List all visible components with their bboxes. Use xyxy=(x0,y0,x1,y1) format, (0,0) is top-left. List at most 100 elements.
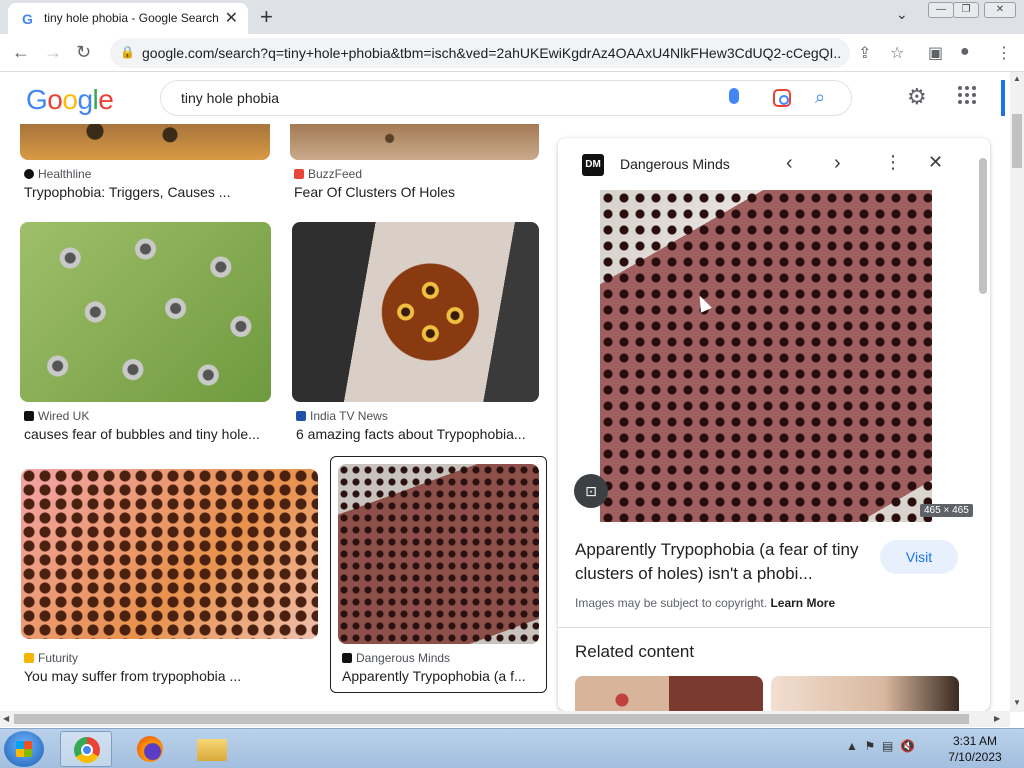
indiatv-favicon-icon xyxy=(296,411,306,421)
firefox-icon xyxy=(137,736,163,762)
learn-more-link[interactable]: Learn More xyxy=(770,596,835,610)
image-preview-panel: DM Dangerous Minds ‹ › ⋮ ✕ ⊡ 465 × 465 A… xyxy=(558,138,990,711)
forward-arrow-icon[interactable]: → xyxy=(44,42,62,63)
share-icon[interactable]: ⇪ xyxy=(858,43,871,63)
buzzfeed-favicon-icon xyxy=(294,169,304,179)
close-tab-icon[interactable]: ✕ xyxy=(225,8,238,28)
image-dimensions: 465 × 465 xyxy=(920,504,973,517)
restore-button[interactable]: ❐ xyxy=(953,2,979,18)
scroll-left-arrow-icon[interactable]: ◀ xyxy=(3,714,9,723)
tab-search-chevron-icon[interactable]: ⌄ xyxy=(896,6,908,23)
previous-chevron-icon[interactable]: ‹ xyxy=(786,152,793,175)
tab-strip: G tiny hole phobia - Google Search ✕ + ⌄… xyxy=(0,0,1024,34)
result-caption[interactable]: Fear Of Clusters Of Holes xyxy=(294,184,540,200)
result-image-indiatv[interactable] xyxy=(292,222,539,402)
google-logo[interactable]: Google xyxy=(26,84,114,116)
next-chevron-icon[interactable]: › xyxy=(834,152,841,175)
windows-taskbar: ▲ ⚑ ▤ 🔇 3:31 AM 7/10/2023 xyxy=(0,728,1024,768)
result-image-buzzfeed[interactable] xyxy=(290,124,539,160)
scroll-down-arrow-icon[interactable]: ▼ xyxy=(1013,698,1021,707)
more-options-icon[interactable]: ⋮ xyxy=(884,152,902,173)
divider xyxy=(558,627,990,628)
result-source[interactable]: Dangerous Minds xyxy=(342,651,450,665)
scroll-up-arrow-icon[interactable]: ▲ xyxy=(1013,74,1021,83)
source-label: Dangerous Minds xyxy=(356,651,451,665)
result-caption[interactable]: causes fear of bubbles and tiny hole... xyxy=(24,426,270,442)
search-box[interactable]: tiny hole phobia ⌕ xyxy=(160,80,852,116)
visual-search-icon[interactable]: ⊡ xyxy=(574,474,608,508)
copyright-text: Images may be subject to copyright. xyxy=(575,596,768,610)
source-label: BuzzFeed xyxy=(308,167,363,181)
search-input[interactable]: tiny hole phobia xyxy=(181,90,279,106)
search-magnifier-icon[interactable]: ⌕ xyxy=(815,87,825,108)
result-image-wired[interactable] xyxy=(20,222,271,402)
new-tab-button[interactable]: + xyxy=(260,4,273,30)
chrome-taskbar-button[interactable] xyxy=(60,731,112,767)
google-header: Google tiny hole phobia ⌕ ⚙ xyxy=(0,72,1010,124)
preview-title[interactable]: Apparently Trypophobia (a fear of tiny c… xyxy=(575,538,870,586)
result-source[interactable]: Futurity xyxy=(24,651,78,665)
source-logo[interactable]: DM xyxy=(582,154,604,176)
lock-icon[interactable]: 🔒 xyxy=(120,45,135,59)
firefox-taskbar-button[interactable] xyxy=(124,731,176,767)
related-image[interactable] xyxy=(771,676,959,711)
source-label: India TV News xyxy=(310,409,388,423)
related-content-heading: Related content xyxy=(575,642,695,661)
start-button[interactable] xyxy=(4,731,44,767)
panel-scrollbar-thumb[interactable] xyxy=(979,158,987,294)
system-tray[interactable]: ▲ ⚑ ▤ 🔇 xyxy=(846,739,915,753)
result-image-healthline[interactable] xyxy=(20,124,270,160)
source-label: Healthline xyxy=(38,167,92,181)
horizontal-scrollbar[interactable]: ◀ ▶ xyxy=(0,711,1010,727)
google-lens-icon[interactable] xyxy=(773,89,791,107)
panel-source-name[interactable]: Dangerous Minds xyxy=(620,156,730,172)
clock-date: 7/10/2023 xyxy=(948,750,1002,764)
source-label: Futurity xyxy=(38,651,79,665)
related-image[interactable] xyxy=(575,676,763,711)
google-favicon-icon: G xyxy=(22,11,33,27)
result-caption[interactable]: You may suffer from trypophobia ... xyxy=(24,668,318,684)
result-source[interactable]: Wired UK xyxy=(24,409,89,423)
source-label: Wired UK xyxy=(38,409,90,423)
result-source[interactable]: Healthline xyxy=(24,167,91,181)
reload-icon[interactable]: ↻ xyxy=(76,42,91,63)
chrome-menu-icon[interactable]: ⋮ xyxy=(996,43,1012,63)
vertical-scrollbar[interactable]: ▲ ▼ xyxy=(1010,72,1024,712)
scroll-right-arrow-icon[interactable]: ▶ xyxy=(994,714,1000,723)
dangerous-minds-favicon-icon xyxy=(342,653,352,663)
result-source[interactable]: BuzzFeed xyxy=(294,167,362,181)
result-image-futurity[interactable] xyxy=(21,469,318,639)
chrome-icon xyxy=(74,737,100,763)
url-text[interactable]: google.com/search?q=tiny+hole+phobia&tbm… xyxy=(142,45,842,61)
bookmark-star-icon[interactable]: ☆ xyxy=(890,43,904,63)
tab-title: tiny hole phobia - Google Search xyxy=(44,11,219,25)
side-panel-icon[interactable]: ▣ xyxy=(928,43,943,63)
result-caption[interactable]: Apparently Trypophobia (a f... xyxy=(342,668,542,684)
profile-avatar-icon[interactable]: ● xyxy=(960,43,970,61)
futurity-favicon-icon xyxy=(24,653,34,663)
preview-image[interactable] xyxy=(600,190,932,522)
result-image-dangerous-minds[interactable] xyxy=(338,464,539,644)
settings-gear-icon[interactable]: ⚙ xyxy=(907,84,927,110)
clock[interactable]: 3:31 AM 7/10/2023 xyxy=(940,733,1010,765)
explorer-taskbar-button[interactable] xyxy=(186,731,238,767)
panel-scrollbar[interactable] xyxy=(978,150,988,710)
vertical-scrollbar-thumb[interactable] xyxy=(1012,114,1022,168)
folder-icon xyxy=(197,739,227,761)
back-arrow-icon[interactable]: ← xyxy=(12,42,30,63)
google-apps-icon[interactable] xyxy=(958,86,978,106)
visit-button[interactable]: Visit xyxy=(880,540,958,574)
result-source[interactable]: India TV News xyxy=(296,409,388,423)
close-window-button[interactable]: ✕ xyxy=(984,2,1016,18)
microphone-icon[interactable] xyxy=(729,88,739,104)
copyright-notice: Images may be subject to copyright. Lear… xyxy=(575,596,835,610)
result-caption[interactable]: Trypophobia: Triggers, Causes ... xyxy=(24,184,270,200)
account-edge xyxy=(1001,80,1005,116)
wired-favicon-icon xyxy=(24,411,34,421)
tab-google-search[interactable]: G tiny hole phobia - Google Search ✕ xyxy=(8,3,248,34)
result-caption[interactable]: 6 amazing facts about Trypophobia... xyxy=(296,426,542,442)
close-panel-icon[interactable]: ✕ xyxy=(928,152,943,173)
horizontal-scrollbar-thumb[interactable] xyxy=(14,714,969,724)
minimize-button[interactable]: — xyxy=(928,2,954,18)
address-bar[interactable]: 🔒 google.com/search?q=tiny+hole+phobia&t… xyxy=(110,38,850,68)
